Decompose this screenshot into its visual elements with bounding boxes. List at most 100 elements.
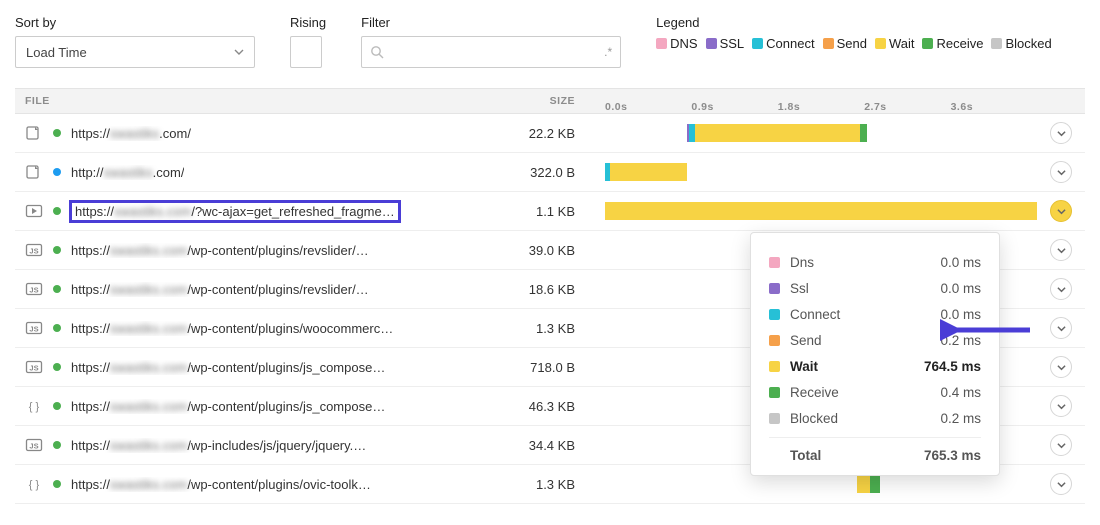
swatch-icon [769,387,780,398]
request-url: https://swastiks.com/ [71,126,191,141]
swatch-icon [769,361,780,372]
sort-by-label: Sort by [15,15,255,30]
table-row[interactable]: https://swastiks.com/?wc-ajax=get_refres… [15,192,1085,231]
expand-button[interactable] [1050,161,1072,183]
swatch-icon [769,413,780,424]
js-icon: JS [25,320,43,336]
expand-button[interactable] [1050,122,1072,144]
legend-send: Send [837,36,867,51]
tooltip-row: Receive0.4 ms [769,379,981,405]
tooltip-total-value: 765.3 ms [924,448,981,463]
tooltip-row: Ssl0.0 ms [769,275,981,301]
filter-input[interactable] [390,44,598,61]
expand-button[interactable] [1050,317,1072,339]
tooltip-phase-value: 764.5 ms [924,359,981,374]
request-url: https://swastiks.com/wp-content/plugins/… [71,321,393,336]
swatch-icon [769,335,780,346]
request-url: https://swastiks.com/wp-includes/js/jque… [71,438,366,453]
status-dot [53,402,61,410]
expand-button[interactable] [1050,473,1072,495]
status-dot [53,168,61,176]
legend-receive: Receive [936,36,983,51]
tick-2: 1.8s [778,101,800,113]
request-url: https://swastiks.com/wp-content/plugins/… [71,243,369,258]
legend-blocked: Blocked [1005,36,1051,51]
tooltip-phase-value: 0.0 ms [940,281,981,296]
status-dot [53,246,61,254]
tooltip-total-label: Total [790,448,924,463]
tooltip-phase-label: Send [790,333,940,348]
timing-bar[interactable] [605,153,1037,191]
js-icon: JS [25,359,43,375]
js-icon: JS [25,242,43,258]
svg-text:{ }: { } [29,479,40,491]
legend-ssl: SSL [720,36,745,51]
expand-button[interactable] [1050,395,1072,417]
size-cell: 1.1 KB [435,204,605,219]
chevron-down-icon [234,47,244,57]
timing-tooltip: Dns0.0 msSsl0.0 msConnect0.0 msSend0.2 m… [750,232,1000,476]
status-dot [53,207,61,215]
expand-button[interactable] [1050,200,1072,222]
header-file[interactable]: FILE [25,95,435,107]
table-header: FILE SIZE 0.0s 0.9s 1.8s 2.7s 3.6s [15,88,1085,114]
header-size[interactable]: SIZE [435,95,605,107]
request-url: https://swastiks.com/wp-content/plugins/… [71,477,371,492]
size-cell: 34.4 KB [435,438,605,453]
expand-button[interactable] [1050,239,1072,261]
tooltip-phase-label: Wait [790,359,924,374]
tooltip-phase-value: 0.2 ms [940,411,981,426]
svg-text:{ }: { } [29,401,40,413]
table-row[interactable]: https://swastiks.com/22.2 KB [15,114,1085,153]
tooltip-phase-value: 0.0 ms [940,255,981,270]
expand-button[interactable] [1050,278,1072,300]
tooltip-phase-label: Connect [790,307,940,322]
size-cell: 322.0 B [435,165,605,180]
swatch-icon [769,257,780,268]
swatch-icon [769,283,780,294]
size-cell: 1.3 KB [435,321,605,336]
expand-button[interactable] [1050,356,1072,378]
request-url: https://swastiks.com/wp-content/plugins/… [71,399,385,414]
sort-by-select[interactable]: Load Time [15,36,255,68]
svg-text:JS: JS [29,247,38,256]
request-url: https://swastiks.com/?wc-ajax=get_refres… [71,202,399,221]
tooltip-phase-label: Receive [790,385,940,400]
timing-bar[interactable] [605,192,1037,230]
svg-text:JS: JS [29,364,38,373]
table-row[interactable]: http://swastiks.com/322.0 B [15,153,1085,192]
rising-checkbox[interactable] [290,36,322,68]
tick-4: 3.6s [951,101,973,113]
expand-button[interactable] [1050,434,1072,456]
status-dot [53,363,61,371]
size-cell: 22.2 KB [435,126,605,141]
request-url: https://swastiks.com/wp-content/plugins/… [71,282,369,297]
doc-icon [25,164,43,180]
annotation-arrow-icon [940,315,1035,345]
play-icon [25,203,43,219]
status-dot [53,285,61,293]
size-cell: 39.0 KB [435,243,605,258]
legend-row: DNS SSL Connect Send Wait Receive Blocke… [656,36,1052,51]
status-dot [53,324,61,332]
timing-bar[interactable] [605,114,1037,152]
js-icon: JS [25,437,43,453]
filter-input-wrap[interactable]: .* [361,36,621,68]
legend-connect: Connect [766,36,814,51]
request-url: http://swastiks.com/ [71,165,184,180]
status-dot [53,129,61,137]
swatch-icon [769,309,780,320]
tooltip-row: Dns0.0 ms [769,249,981,275]
js-icon: JS [25,281,43,297]
request-url: https://swastiks.com/wp-content/plugins/… [71,360,385,375]
tooltip-phase-label: Blocked [790,411,940,426]
doc-icon [25,125,43,141]
size-cell: 718.0 B [435,360,605,375]
status-dot [53,441,61,449]
tick-1: 0.9s [691,101,713,113]
tooltip-phase-label: Dns [790,255,940,270]
size-cell: 18.6 KB [435,282,605,297]
svg-text:JS: JS [29,442,38,451]
legend-wait: Wait [889,36,915,51]
svg-text:JS: JS [29,325,38,334]
